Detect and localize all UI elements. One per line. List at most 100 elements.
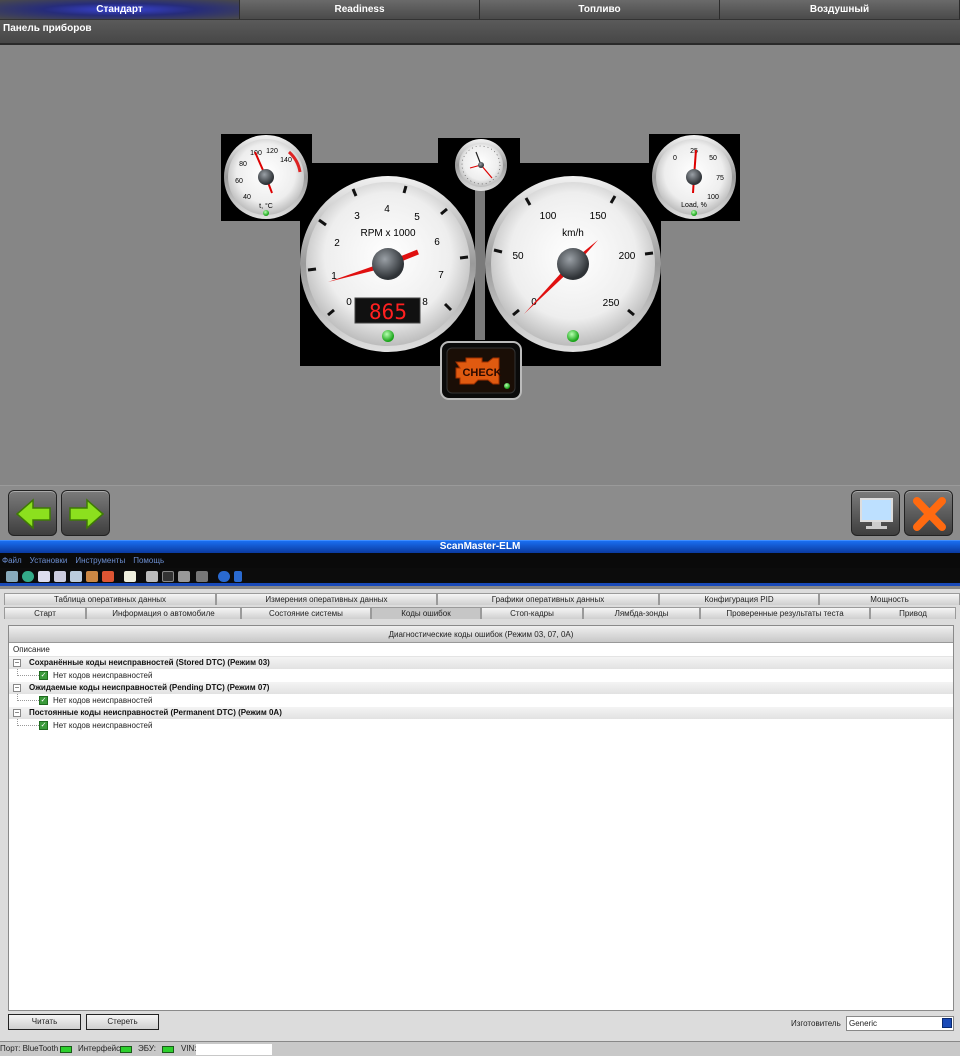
close-button[interactable] (904, 490, 953, 536)
dashboard-window: Стандарт Readiness Топливо Воздушный Пан… (0, 0, 960, 540)
load-label-50: 50 (709, 155, 717, 162)
load-label-100: 100 (707, 194, 719, 201)
speed-label-100: 100 (540, 211, 557, 222)
load-label-75: 75 (716, 175, 724, 182)
tab-power[interactable]: Мощность (819, 593, 960, 605)
trouble-codes-panel: Диагностические коды ошибок (Режим 03, 0… (0, 621, 960, 1041)
collapse-icon[interactable]: − (13, 709, 21, 717)
sensor-icon[interactable] (102, 571, 114, 582)
info-icon[interactable] (218, 571, 230, 582)
exit-icon[interactable] (234, 571, 242, 582)
display-button[interactable] (851, 490, 900, 536)
speed-gauge-title: km/h (562, 228, 584, 239)
tab-start[interactable]: Старт (4, 607, 86, 619)
message-icon[interactable] (146, 571, 158, 582)
tab-live-data-table[interactable]: Таблица оперативных данных (4, 593, 216, 605)
rpm-gauge-title: RPM x 1000 (360, 228, 415, 239)
menu-help[interactable]: Помощь (133, 556, 164, 565)
dtc-group-label: Постоянные коды неисправностей (Permanen… (29, 708, 282, 717)
tab-actuators[interactable]: Привод (870, 607, 956, 619)
check-icon: ✓ (39, 671, 48, 680)
clock-gauge (455, 139, 507, 191)
speed-label-50: 50 (512, 251, 524, 262)
tab-vehicle-info[interactable]: Информация о автомобиле (86, 607, 241, 619)
tab-test-results[interactable]: Проверенные результаты теста (700, 607, 870, 619)
list-item[interactable]: ✓ Нет кодов неисправностей (9, 669, 953, 682)
port-status-led (60, 1046, 72, 1053)
status-ecu: ЭБУ: (138, 1044, 156, 1053)
status-interface: Интерфейс: (78, 1044, 123, 1053)
toolbar (0, 568, 960, 586)
tab-trouble-codes[interactable]: Коды ошибок (371, 607, 481, 619)
table-icon[interactable] (54, 571, 66, 582)
gauge-icon[interactable] (86, 571, 98, 582)
document-icon[interactable] (38, 571, 50, 582)
read-button[interactable]: Читать (8, 1014, 81, 1030)
dtc-group-label: Ожидаемые коды неисправностей (Pending D… (29, 683, 270, 692)
tab-pid-config[interactable]: Конфигурация PID (659, 593, 819, 605)
status-port: Порт: BlueTooth (0, 1044, 59, 1053)
dtc-tree: Диагностические коды ошибок (Режим 03, 0… (8, 625, 954, 1011)
temp-label-80: 80 (239, 161, 247, 168)
terminal-icon[interactable] (162, 571, 174, 582)
tab-oxygen-sensors[interactable]: Лямбда-зонды (583, 607, 700, 619)
chart-icon[interactable] (70, 571, 82, 582)
menu-tools[interactable]: Инструменты (75, 556, 125, 565)
rpm-gauge: 0 1 2 3 4 5 6 7 8 RPM x 1000 865 (300, 176, 476, 352)
dtc-group-stored[interactable]: − Сохранённые коды неисправностей (Stored… (9, 657, 953, 669)
menu-settings[interactable]: Установки (30, 556, 68, 565)
navigation-bar (0, 485, 960, 540)
dtc-item-label: Нет кодов неисправностей (53, 721, 153, 730)
speed-gauge: 0 50 100 150 200 250 km/h (485, 176, 661, 352)
temp-label-40: 40 (243, 194, 251, 201)
column-header-description[interactable]: Описание (9, 643, 953, 657)
rpm-label-2: 2 (334, 238, 340, 249)
check-icon: ✓ (39, 721, 48, 730)
dropdown-icon[interactable] (942, 1018, 952, 1028)
menu-file[interactable]: Файл (2, 556, 22, 565)
back-button[interactable] (8, 490, 57, 536)
forward-button[interactable] (61, 490, 110, 536)
ecu-status-led (162, 1046, 174, 1053)
dtc-group-pending[interactable]: − Ожидаемые коды неисправностей (Pending … (9, 682, 953, 694)
instrument-cluster: 40 60 80 100 120 140 t, °C (221, 134, 740, 400)
rpm-label-6: 6 (434, 237, 440, 248)
rpm-label-8: 8 (422, 297, 428, 308)
status-bar: Порт: BlueTooth Интерфейс: ЭБУ: VIN: (0, 1041, 960, 1056)
list-item[interactable]: ✓ Нет кодов неисправностей (9, 719, 953, 732)
rpm-digital-display: 865 (369, 300, 407, 324)
tab-system-status[interactable]: Состояние системы (241, 607, 371, 619)
speed-label-200: 200 (619, 251, 636, 262)
tab-freeze-frames[interactable]: Стоп-кадры (481, 607, 583, 619)
temp-label-120: 120 (266, 148, 278, 155)
check-icon: ✓ (39, 696, 48, 705)
manufacturer-select[interactable]: Generic (846, 1016, 954, 1031)
settings-icon[interactable] (196, 571, 208, 582)
load-gauge: 0 25 50 75 100 Load, % (652, 135, 736, 219)
tab-live-data-graphs[interactable]: Графики оперативных данных (437, 593, 659, 605)
device-icon[interactable] (178, 571, 190, 582)
tab-live-data-measurements[interactable]: Измерения оперативных данных (216, 593, 437, 605)
main-tabs: Таблица оперативных данных Измерения опе… (0, 589, 960, 621)
manufacturer-value: Generic (849, 1019, 878, 1028)
clipboard-icon[interactable] (124, 571, 136, 582)
connect-icon[interactable] (6, 571, 18, 582)
monitor-icon (860, 498, 893, 529)
cluster-divider (475, 190, 485, 340)
collapse-icon[interactable]: − (13, 659, 21, 667)
collapse-icon[interactable]: − (13, 684, 21, 692)
tree-connector (17, 669, 39, 676)
speed-label-150: 150 (590, 211, 607, 222)
arrow-right-icon (69, 498, 105, 530)
erase-button[interactable]: Стереть (86, 1014, 159, 1030)
dtc-title: Диагностические коды ошибок (Режим 03, 0… (9, 626, 953, 643)
dtc-item-label: Нет кодов неисправностей (53, 671, 153, 680)
dtc-item-label: Нет кодов неисправностей (53, 696, 153, 705)
list-item[interactable]: ✓ Нет кодов неисправностей (9, 694, 953, 707)
arrow-left-icon (15, 498, 51, 530)
manufacturer-label: Изготовитель (791, 1019, 841, 1028)
globe-icon[interactable] (22, 571, 34, 582)
dtc-group-permanent[interactable]: − Постоянные коды неисправностей (Permane… (9, 707, 953, 719)
check-engine-indicator: CHECK (440, 341, 522, 400)
speed-label-250: 250 (603, 298, 620, 309)
